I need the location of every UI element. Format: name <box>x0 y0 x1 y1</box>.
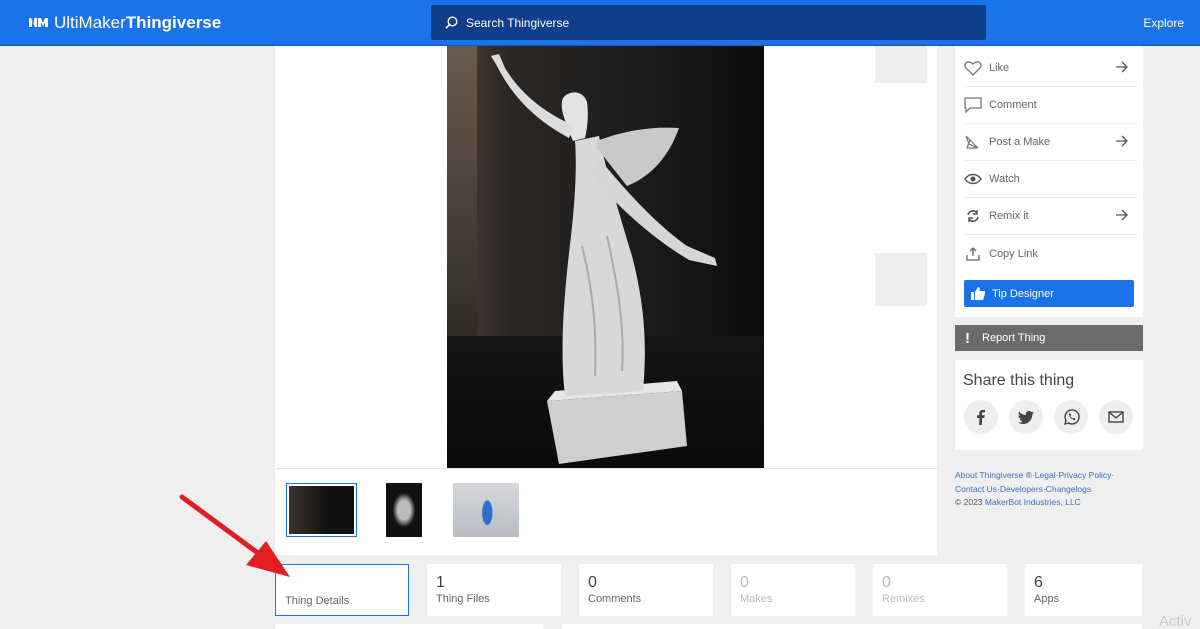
stat-number: 0 <box>740 574 749 591</box>
tab-comments[interactable]: 0 Comments <box>579 564 713 616</box>
stat-label: Thing Details <box>285 595 350 607</box>
whatsapp-share-button[interactable] <box>1054 400 1088 434</box>
tab-apps[interactable]: 6 Apps <box>1025 564 1142 616</box>
stat-label: Thing Files <box>436 593 490 605</box>
post-a-make-button[interactable]: Post a Make <box>963 124 1137 161</box>
gallery-divider <box>275 468 937 469</box>
footer-links-line-2[interactable]: Contact Us·Developers·Changelogs <box>955 483 1155 497</box>
search-icon <box>445 16 458 29</box>
thing-actions-panel: Like Comment Post a Make Watch Remix it … <box>955 46 1143 317</box>
speech-bubble-icon <box>963 97 983 113</box>
stat-label: Apps <box>1034 593 1060 605</box>
eye-icon <box>963 171 983 187</box>
copy-link-button[interactable]: Copy Link <box>963 235 1137 272</box>
search-input[interactable]: Search Thingiverse <box>431 5 986 40</box>
brand-prefix: UltiMaker <box>54 13 126 32</box>
facebook-icon <box>977 409 985 425</box>
tab-thing-details[interactable]: Thing Details <box>275 564 409 616</box>
stat-label: Comments <box>588 593 642 605</box>
twitter-icon <box>1018 410 1034 424</box>
tab-makes[interactable]: 0 Makes <box>731 564 855 616</box>
share-panel: Share this thing <box>955 360 1143 450</box>
footer-links-line-1[interactable]: About Thingiverse ®·Legal·Privacy Policy… <box>955 469 1155 483</box>
thumbs-up-icon <box>970 286 986 301</box>
exclamation-icon: ! <box>965 329 970 347</box>
brand-name: Thingiverse <box>125 13 222 32</box>
activation-watermark: Activ <box>1159 613 1192 629</box>
winged-statue-figure <box>491 54 717 464</box>
arrow-right-icon <box>1116 61 1128 73</box>
footer-copyright: © 2023 <box>955 497 983 507</box>
copy-link-label: Copy Link <box>989 247 1038 260</box>
report-thing-label: Report Thing <box>982 332 1046 344</box>
stat-number: 0 <box>882 574 891 591</box>
share-upload-icon <box>963 246 983 262</box>
gallery-next-arrow-placeholder[interactable] <box>875 253 927 306</box>
make-pencil-icon <box>963 134 983 150</box>
tip-designer-label: Tip Designer <box>992 287 1054 300</box>
heart-icon <box>963 60 983 76</box>
stat-label: Remixes <box>882 593 925 605</box>
comment-button[interactable]: Comment <box>963 87 1137 124</box>
tab-remixes[interactable]: 0 Remixes <box>873 564 1007 616</box>
watch-button[interactable]: Watch <box>963 161 1137 198</box>
stat-number: 0 <box>588 574 597 591</box>
post-a-make-label: Post a Make <box>989 136 1051 148</box>
main-thing-photo[interactable] <box>447 46 764 468</box>
watch-label: Watch <box>989 173 1020 185</box>
comment-label: Comment <box>989 99 1037 111</box>
remix-icon <box>963 208 983 224</box>
explore-menu-button[interactable]: Explore <box>1143 16 1184 30</box>
like-label: Like <box>989 62 1010 74</box>
email-icon <box>1108 411 1124 423</box>
gallery-thumbnail-2[interactable] <box>386 483 422 537</box>
arrow-right-icon <box>1116 209 1128 221</box>
like-button[interactable]: Like <box>963 50 1137 87</box>
email-share-button[interactable] <box>1099 400 1133 434</box>
gallery-next-thumb-placeholder[interactable] <box>875 46 927 83</box>
gallery-thumbnail-3[interactable] <box>453 483 519 537</box>
stat-number <box>285 575 408 594</box>
arrow-right-icon <box>1116 135 1128 147</box>
share-title: Share this thing <box>963 372 1075 389</box>
stat-label: Makes <box>740 593 773 605</box>
whatsapp-icon <box>1063 408 1080 425</box>
tip-designer-button[interactable]: Tip Designer <box>964 280 1134 307</box>
facebook-share-button[interactable] <box>964 400 998 434</box>
gallery-thumbnail-1[interactable] <box>286 483 357 537</box>
footer-company-link[interactable]: MakerBot Industries, LLC <box>985 497 1081 507</box>
twitter-share-button[interactable] <box>1009 400 1043 434</box>
stat-number: 6 <box>1034 574 1043 591</box>
top-navigation-bar: UltiMaker Thingiverse Search Thingiverse… <box>0 0 1200 46</box>
content-card-edge <box>562 624 1142 629</box>
ultimaker-logo-icon <box>29 18 48 27</box>
remix-label: Remix it <box>989 210 1029 222</box>
thing-gallery <box>275 46 937 555</box>
report-thing-button[interactable]: ! Report Thing <box>955 325 1143 351</box>
remix-button[interactable]: Remix it <box>963 198 1137 235</box>
content-card-edge <box>275 624 543 629</box>
search-placeholder: Search Thingiverse <box>466 15 570 30</box>
stat-number: 1 <box>436 574 445 591</box>
site-logo[interactable]: UltiMaker Thingiverse <box>28 13 221 33</box>
tab-thing-files[interactable]: 1 Thing Files <box>427 564 561 616</box>
site-footer: About Thingiverse ®·Legal·Privacy Policy… <box>955 469 1155 510</box>
